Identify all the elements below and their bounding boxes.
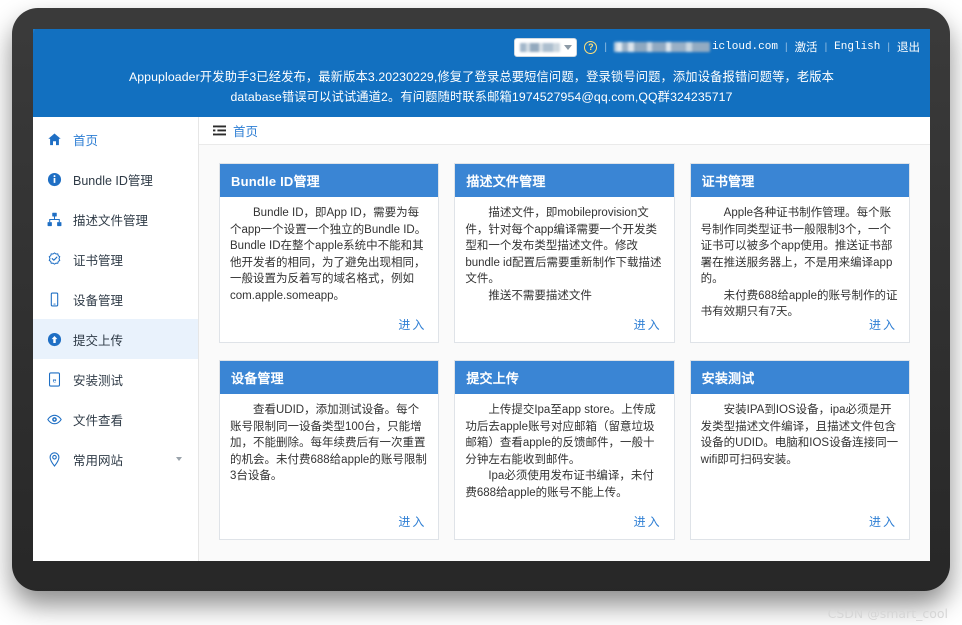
enter-link[interactable]: 进入: [398, 318, 426, 332]
browser-screen: ? | icloud.com | 激活 | English | 退出 Appup…: [33, 29, 930, 561]
card-1: 描述文件管理描述文件，即mobileprovision文件，针对每个app编译需…: [454, 163, 675, 343]
card-body: 查看UDID，添加测试设备。每个账号限制同一设备类型100台，只能增加，不能删除…: [220, 394, 438, 513]
sidebar-item-label: 常用网站: [73, 453, 124, 468]
card-footer: 进入: [455, 513, 673, 539]
sidebar-item-2[interactable]: 描述文件管理: [33, 199, 198, 239]
enter-link[interactable]: 进入: [869, 515, 897, 529]
sidebar-item-label: 证书管理: [73, 253, 124, 268]
sidebar-item-label: Bundle ID管理: [73, 173, 153, 188]
card-title: 安装测试: [690, 361, 909, 394]
account-email-suffix: icloud.com: [711, 41, 778, 53]
content-area: 首页 Bundle ID管理 Bundle ID，即App ID，需要为每个app…: [199, 117, 930, 561]
card-body: 安装IPA到IOS设备，ipa必须是开发类型描述文件编译，且描述文件包含设备的U…: [691, 394, 909, 513]
header-account-bar: ? | icloud.com | 激活 | English | 退出: [514, 35, 920, 59]
page-title: 首页: [233, 125, 259, 139]
activate-link[interactable]: 激活: [795, 39, 818, 55]
chevron-down-icon[interactable]: [176, 457, 182, 461]
breadcrumb: 首页: [199, 117, 930, 145]
sidebar-item-5[interactable]: 提交上传: [33, 319, 198, 359]
sidebar-item-6[interactable]: e 安装测试: [33, 359, 198, 399]
card-4: 提交上传上传提交Ipa至app store。上传成功后去apple账号对应邮箱（…: [454, 360, 675, 540]
account-select[interactable]: [514, 37, 578, 57]
header-separator-1: |: [604, 41, 607, 53]
card-title: 证书管理: [690, 164, 909, 197]
card-body: Apple各种证书制作管理。每个账号制作同类型证书一般限制3个，一个证书可以被多…: [691, 197, 909, 316]
sidebar-item-7[interactable]: 文件查看: [33, 399, 198, 439]
help-icon[interactable]: ?: [584, 40, 598, 54]
logout-link[interactable]: 退出: [897, 39, 920, 55]
card-title: 提交上传: [455, 361, 674, 394]
sidebar-item-label: 首页: [73, 133, 99, 148]
watermark: CSDN @smart_cool: [827, 606, 948, 621]
english-link[interactable]: English: [834, 41, 880, 53]
announcement-banner: Appuploader开发助手3已经发布，最新版本3.20230229,修复了登…: [33, 67, 930, 107]
card-paragraph: Bundle ID，即App ID，需要为每个app一个设置一个独立的Bundl…: [230, 207, 427, 302]
account-select-value: [520, 42, 561, 52]
sidebar-item-label: 文件查看: [73, 413, 124, 428]
card-footer: 进入: [220, 513, 438, 539]
enter-link[interactable]: 进入: [869, 318, 897, 332]
enter-link[interactable]: 进入: [634, 515, 662, 529]
eye-icon: [47, 412, 62, 427]
card-footer: 进入: [691, 316, 909, 342]
card-2: 证书管理 Apple各种证书制作管理。每个账号制作同类型证书一般限制3个，一个证书…: [689, 163, 910, 343]
card-title: 描述文件管理: [455, 164, 674, 197]
card-paragraph: Apple各种证书制作管理。每个账号制作同类型证书一般限制3个，一个证书可以被多…: [700, 207, 893, 285]
card-paragraph: 查看UDID，添加测试设备。每个账号限制同一设备类型100台，只能增加，不能删除…: [230, 404, 427, 482]
certificate-icon: [47, 251, 62, 267]
card-5: 安装测试安装IPA到IOS设备，ipa必须是开发类型描述文件编译，且描述文件包含…: [689, 360, 910, 540]
header-separator-4: |: [887, 41, 890, 53]
enter-link[interactable]: 进入: [634, 318, 662, 332]
account-email-redacted: [613, 42, 710, 52]
chevron-down-icon: [564, 44, 573, 50]
page-body: 首页 Bundle ID管理 描述文件管理 证书管理 设备管理 提交上传 e 安装测试 文件查看…: [33, 117, 930, 561]
site-header: ? | icloud.com | 激活 | English | 退出 Appup…: [33, 29, 930, 117]
card-paragraph: Ipa必须使用发布证书编译，未付费688给apple的账号不能上传。: [465, 470, 654, 499]
card-0: Bundle ID管理 Bundle ID，即App ID，需要为每个app一个设…: [219, 163, 440, 343]
card-body: 上传提交Ipa至app store。上传成功后去apple账号对应邮箱（留意垃圾…: [455, 394, 673, 513]
header-separator-3: |: [824, 41, 828, 53]
sidebar-item-label: 描述文件管理: [73, 213, 149, 228]
sidebar-item-8[interactable]: 常用网站: [33, 439, 198, 479]
menu-icon[interactable]: [213, 125, 226, 136]
install-icon: e: [47, 371, 62, 387]
header-separator-2: |: [784, 41, 788, 53]
account-email: icloud.com: [613, 41, 778, 53]
info-icon: [47, 172, 62, 187]
card-body: Bundle ID，即App ID，需要为每个app一个设置一个独立的Bundl…: [220, 197, 438, 316]
cards-region: Bundle ID管理 Bundle ID，即App ID，需要为每个app一个设…: [199, 145, 930, 561]
sidebar-item-3[interactable]: 证书管理: [33, 239, 198, 279]
sidebar-item-1[interactable]: Bundle ID管理: [33, 159, 198, 199]
upload-icon: [47, 332, 62, 347]
card-footer: 进入: [691, 513, 909, 539]
card-row: Bundle ID管理 Bundle ID，即App ID，需要为每个app一个设…: [219, 163, 910, 343]
card-paragraph: 推送不需要描述文件: [488, 289, 592, 302]
card-title: 设备管理: [220, 361, 439, 394]
banner-line-1: Appuploader开发助手3已经发布，最新版本3.20230229,修复了登…: [128, 70, 835, 84]
card-paragraph: 描述文件，即mobileprovision文件，针对每个app编译需要一个开发类…: [465, 207, 662, 285]
banner-line-2: database错误可以试试通道2。有问题随时联系邮箱1974527954@qq…: [230, 90, 733, 104]
sidebar-item-label: 提交上传: [73, 333, 124, 348]
home-icon: [47, 132, 62, 147]
card-paragraph: 上传提交Ipa至app store。上传成功后去apple账号对应邮箱（留意垃圾…: [465, 404, 656, 466]
card-footer: 进入: [220, 316, 438, 342]
card-footer: 进入: [455, 316, 673, 342]
card-row: 设备管理查看UDID，添加测试设备。每个账号限制同一设备类型100台，只能增加，…: [219, 360, 910, 540]
card-body: 描述文件，即mobileprovision文件，针对每个app编译需要一个开发类…: [455, 197, 673, 316]
card-title: Bundle ID管理: [220, 164, 439, 197]
sidebar-item-label: 设备管理: [73, 293, 124, 308]
svg-text:e: e: [53, 377, 57, 384]
sidebar-item-4[interactable]: 设备管理: [33, 279, 198, 319]
card-3: 设备管理查看UDID，添加测试设备。每个账号限制同一设备类型100台，只能增加，…: [219, 360, 440, 540]
location-icon: [47, 451, 62, 467]
card-paragraph: 安装IPA到IOS设备，ipa必须是开发类型描述文件编译，且描述文件包含设备的U…: [700, 404, 899, 466]
sidebar: 首页 Bundle ID管理 描述文件管理 证书管理设备管理提交上传 e 安装测试文件查看…: [33, 117, 199, 561]
mobile-icon: [47, 291, 62, 307]
sitemap-icon: [47, 212, 62, 227]
enter-link[interactable]: 进入: [398, 515, 426, 529]
card-paragraph: 未付费688给apple的账号制作的证书有效期只有7天。: [700, 289, 898, 317]
sidebar-item-0[interactable]: 首页: [33, 119, 198, 159]
sidebar-item-label: 安装测试: [73, 373, 124, 388]
